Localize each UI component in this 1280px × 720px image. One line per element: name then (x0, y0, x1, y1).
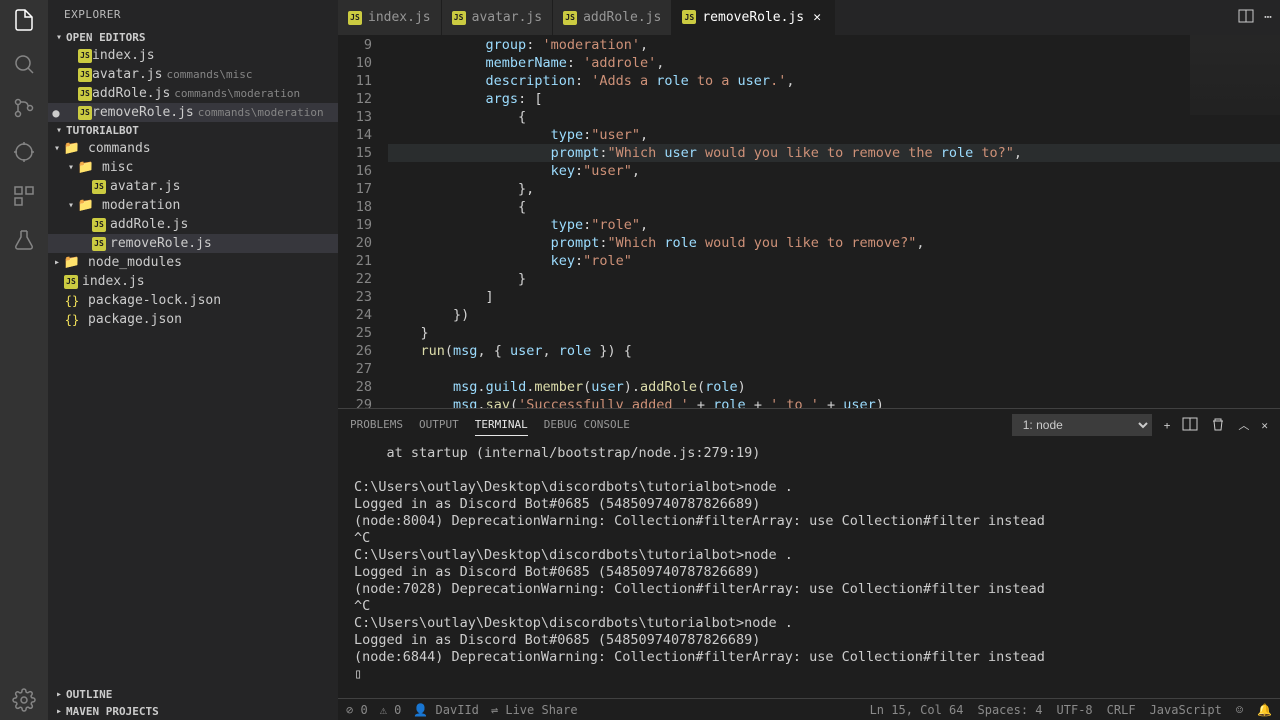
settings-icon[interactable] (12, 688, 36, 712)
editor-tab[interactable]: JSindex.js (338, 0, 442, 35)
status-feedback[interactable]: ☺ (1236, 703, 1243, 717)
open-editor-item[interactable]: JS index.js (48, 46, 338, 65)
open-editors-list: JS index.jsJS avatar.jscommands\miscJS a… (48, 46, 338, 122)
editor-tabs: JSindex.jsJSavatar.jsJSaddRole.jsJSremov… (338, 0, 1280, 35)
file-item[interactable]: JS removeRole.js (48, 234, 338, 253)
status-position[interactable]: Ln 15, Col 64 (870, 703, 964, 717)
maven-header[interactable]: ▸ MAVEN PROJECTS (48, 703, 338, 720)
open-editor-item[interactable]: JS avatar.jscommands\misc (48, 65, 338, 84)
chevron-down-icon: ▾ (52, 32, 66, 43)
outline-header[interactable]: ▸ OUTLINE (48, 686, 338, 703)
search-icon[interactable] (12, 52, 36, 76)
maximize-panel-icon[interactable]: ︿ (1238, 417, 1249, 433)
test-icon[interactable] (12, 228, 36, 252)
editor-tab[interactable]: JSavatar.js (442, 0, 553, 35)
status-liveshare[interactable]: ⇌ Live Share (491, 703, 578, 717)
new-terminal-icon[interactable]: + (1164, 419, 1171, 432)
panel-tab[interactable]: OUTPUT (419, 414, 459, 436)
file-tree: ▾📁 commands▾📁 miscJS avatar.js▾📁 moderat… (48, 139, 338, 686)
sidebar: EXPLORER ▾ OPEN EDITORS JS index.jsJS av… (48, 0, 338, 720)
split-editor-icon[interactable] (1238, 8, 1254, 28)
chevron-right-icon: ▸ (52, 689, 66, 700)
debug-icon[interactable] (12, 140, 36, 164)
minimap[interactable] (1190, 35, 1280, 115)
status-spaces[interactable]: Spaces: 4 (978, 703, 1043, 717)
open-editors-header[interactable]: ▾ OPEN EDITORS (48, 29, 338, 46)
open-editor-item[interactable]: JS addRole.jscommands\moderation (48, 84, 338, 103)
workspace-header[interactable]: ▾ TUTORIALBOT (48, 122, 338, 139)
file-item[interactable]: JS addRole.js (48, 215, 338, 234)
code-content[interactable]: group: 'moderation', memberName: 'addrol… (388, 35, 1280, 408)
file-item[interactable]: JS index.js (48, 272, 338, 291)
folder-item[interactable]: ▾📁 moderation (48, 196, 338, 215)
terminal-output[interactable]: at startup (internal/bootstrap/node.js:2… (338, 441, 1280, 698)
editor-tab[interactable]: JSaddRole.js (553, 0, 672, 35)
folder-item[interactable]: ▾📁 commands (48, 139, 338, 158)
open-editor-item[interactable]: ●JS removeRole.jscommands\moderation (48, 103, 338, 122)
folder-item[interactable]: ▾📁 misc (48, 158, 338, 177)
folder-item[interactable]: ▸📁 node_modules (48, 253, 338, 272)
editor-tab[interactable]: JSremoveRole.js✕ (672, 0, 835, 35)
panel-tab[interactable]: DEBUG CONSOLE (544, 414, 630, 436)
explorer-icon[interactable] (12, 8, 36, 32)
status-eol[interactable]: CRLF (1107, 703, 1136, 717)
panel-tabs: PROBLEMS OUTPUT TERMINAL DEBUG CONSOLE 1: n… (338, 409, 1280, 441)
status-user[interactable]: 👤 DavIId (413, 703, 479, 717)
terminal-select[interactable]: 1: node (1012, 414, 1152, 436)
status-warnings[interactable]: ⚠ 0 (380, 703, 402, 717)
status-bar: ⊘ 0 ⚠ 0 👤 DavIId ⇌ Live Share Ln 15, Col… (338, 698, 1280, 720)
kill-terminal-icon[interactable] (1210, 416, 1226, 435)
editor-body[interactable]: 9101112131415161718192021222324252627282… (338, 35, 1280, 408)
panel: PROBLEMS OUTPUT TERMINAL DEBUG CONSOLE 1: n… (338, 408, 1280, 698)
split-terminal-icon[interactable] (1182, 416, 1198, 435)
file-item[interactable]: {} package.json (48, 310, 338, 329)
panel-tab[interactable]: TERMINAL (475, 414, 528, 436)
status-errors[interactable]: ⊘ 0 (346, 703, 368, 717)
more-icon[interactable]: ⋯ (1264, 10, 1272, 25)
status-language[interactable]: JavaScript (1150, 703, 1222, 717)
file-item[interactable]: JS avatar.js (48, 177, 338, 196)
status-encoding[interactable]: UTF-8 (1057, 703, 1093, 717)
line-gutter: 9101112131415161718192021222324252627282… (338, 35, 388, 408)
file-item[interactable]: {} package-lock.json (48, 291, 338, 310)
close-panel-icon[interactable]: ✕ (1261, 419, 1268, 432)
close-tab-icon[interactable]: ✕ (810, 10, 824, 25)
panel-tab[interactable]: PROBLEMS (350, 414, 403, 436)
source-control-icon[interactable] (12, 96, 36, 120)
chevron-right-icon: ▸ (52, 706, 66, 717)
editor-area: JSindex.jsJSavatar.jsJSaddRole.jsJSremov… (338, 0, 1280, 720)
activity-bar (0, 0, 48, 720)
extensions-icon[interactable] (12, 184, 36, 208)
sidebar-title: EXPLORER (48, 0, 338, 29)
chevron-down-icon: ▾ (52, 125, 66, 136)
status-bell-icon[interactable]: 🔔 (1257, 703, 1272, 717)
